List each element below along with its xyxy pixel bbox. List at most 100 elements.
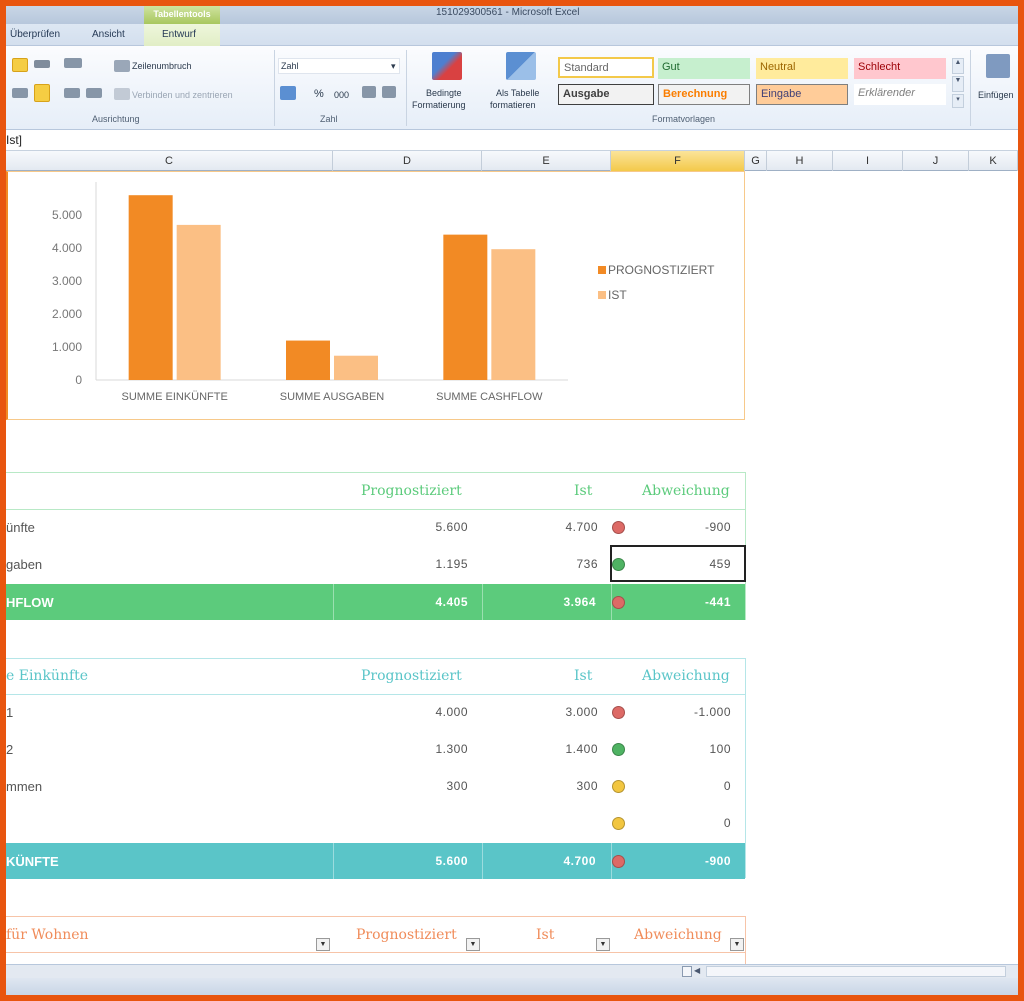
header-abweichung: Abweichung [642,483,730,499]
formula-bar[interactable]: Ist] [6,130,1018,151]
decrease-indent-icon[interactable] [64,88,80,98]
wrap-text-icon [114,60,130,72]
align-middle-icon[interactable] [34,60,50,68]
horizontal-scrollbar[interactable]: ◀ [6,964,1018,978]
as-table-label-2[interactable]: formatieren [490,100,536,110]
group-separator [406,50,407,126]
column-header-h[interactable]: H [767,151,833,171]
bar-chart: 0 1.000 2.000 3.000 4.000 5.000 SUMME EINKÜNFT… [52,182,715,403]
column-header-k[interactable]: K [969,151,1018,171]
table-border [6,694,745,695]
cond-format-label-2[interactable]: Formatierung [412,100,466,110]
align-left-icon[interactable] [12,88,28,98]
excel-window: Tabellentools 151029300561 - Microsoft E… [6,6,1018,995]
total-label: HFLOW [6,595,54,610]
chart-area[interactable]: 0 1.000 2.000 3.000 4.000 5.000 SUMME EINKÜNFT… [6,171,745,420]
cell-divider [333,584,334,620]
filter-dropdown-icon[interactable]: ▼ [596,938,610,951]
table-border [745,916,746,971]
filter-dropdown-icon[interactable]: ▼ [466,938,480,951]
row-abweichung: 459 [709,557,731,571]
chevron-down-icon: ▾ [391,61,396,71]
row-abweichung: -1.000 [693,705,731,719]
cell-divider [482,843,483,879]
header-ist: Ist [574,483,593,499]
gallery-more-icon[interactable]: ▾ [952,94,964,108]
status-bar [6,978,1018,995]
percent-button[interactable]: % [314,88,324,100]
row-label: ünfte [6,520,35,535]
row-label: 1 [6,705,14,720]
format-as-table-icon[interactable] [506,52,536,80]
merge-center-button[interactable]: Verbinden und zentrieren [132,90,233,100]
column-header-f[interactable]: F [611,151,745,171]
total-prognostiziert: 5.600 [435,854,468,868]
cond-format-label-1[interactable]: Bedingte [426,88,462,98]
row-abweichung: 0 [723,779,731,793]
insert-cells-icon[interactable] [986,54,1010,78]
scroll-left-icon[interactable]: ◀ [694,966,706,977]
total-label: KÜNFTE [6,854,59,869]
split-handle[interactable] [682,966,692,977]
align-top-icon[interactable] [12,58,28,72]
insert-button[interactable]: Einfügen [978,90,1014,100]
header-ist: Ist [574,668,593,684]
gallery-up-icon[interactable]: ▲ [952,58,964,74]
column-header-d[interactable]: D [333,151,482,171]
x-tick-label: SUMME CASHFLOW [436,391,543,403]
row-ist: 1.400 [565,742,598,756]
style-eingabe[interactable]: Eingabe [756,84,848,105]
tab-ueberpruefen[interactable]: Überprüfen [10,29,60,40]
tab-entwurf[interactable]: Entwurf [162,29,196,40]
bar-prognostiziert [286,340,330,380]
column-header-g[interactable]: G [745,151,767,171]
currency-icon[interactable] [280,86,296,100]
style-schlecht[interactable]: Schlecht [854,58,946,79]
table-border [6,952,745,953]
table-title: für Wohnen [6,927,89,943]
style-ausgabe[interactable]: Ausgabe [558,84,654,105]
number-group-label: Zahl [320,114,338,124]
number-format-select[interactable]: Zahl ▾ [278,58,400,74]
tab-ansicht[interactable]: Ansicht [92,29,125,40]
align-right-icon[interactable] [34,84,50,102]
column-header-j[interactable]: J [903,151,969,171]
total-prognostiziert: 4.405 [435,595,468,609]
row-ist: 736 [576,557,598,571]
orientation-icon[interactable] [64,58,82,68]
filter-dropdown-icon[interactable]: ▼ [730,938,744,951]
bar-ist [334,355,378,380]
gallery-down-icon[interactable]: ▼ [952,76,964,92]
table-border [745,658,746,878]
column-header-e[interactable]: E [482,151,611,171]
column-header-i[interactable]: I [833,151,903,171]
total-abweichung: -441 [704,595,731,609]
status-indicator [612,558,625,571]
increase-indent-icon[interactable] [86,88,102,98]
x-tick-label: SUMME EINKÜNFTE [121,391,227,403]
as-table-label-1[interactable]: Als Tabelle [496,88,539,98]
style-erklaerend[interactable]: Erklärender [854,84,946,105]
table-border [6,658,745,659]
filter-dropdown-icon[interactable]: ▼ [316,938,330,951]
style-berechnung[interactable]: Berechnung [658,84,750,105]
row-prognostiziert: 4.000 [435,705,468,719]
style-neutral[interactable]: Neutral [756,58,848,79]
legend-label: IST [608,288,627,302]
decrease-decimal-icon[interactable] [382,86,396,98]
styles-group-label: Formatvorlagen [652,114,716,124]
y-tick-label: 5.000 [52,208,82,222]
increase-decimal-icon[interactable] [362,86,376,98]
table-border [6,472,745,473]
style-gut[interactable]: Gut [658,58,750,79]
style-standard[interactable]: Standard [558,57,654,78]
header-abweichung: Abweichung [642,668,730,684]
total-ist: 4.700 [563,854,596,868]
bar-ist [176,224,221,380]
column-header-c[interactable]: C [6,151,333,171]
thousands-button[interactable]: 000 [334,90,349,100]
row-ist: 3.000 [565,705,598,719]
conditional-formatting-icon[interactable] [432,52,462,80]
scroll-thumb[interactable] [706,966,1006,977]
wrap-text-button[interactable]: Zeilenumbruch [132,61,192,71]
